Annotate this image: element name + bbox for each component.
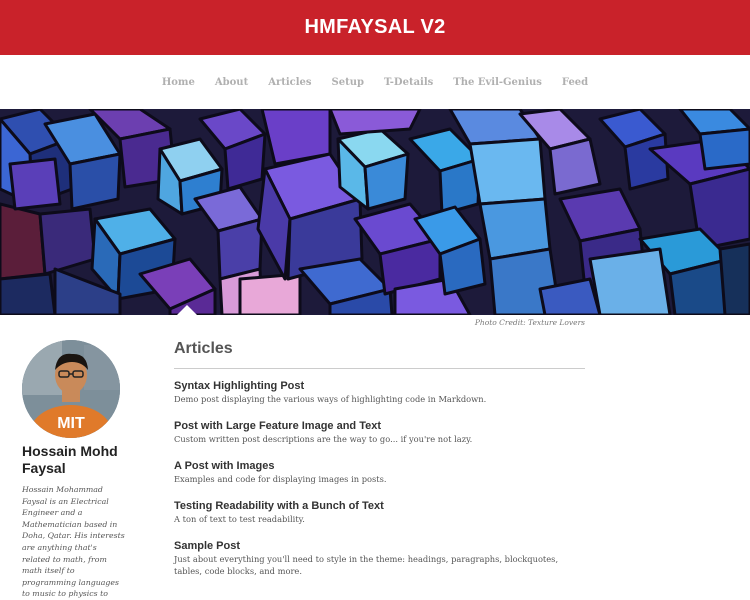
post-excerpt: Custom written post descriptions are the… (174, 434, 473, 444)
list-item: Post with Large Feature Image and Text C… (174, 419, 586, 445)
feature-image (0, 109, 750, 315)
avatar: MIT (22, 340, 120, 438)
post-title-link[interactable]: Post with Large Feature Image and Text (174, 419, 586, 433)
author-photo: MIT (22, 340, 120, 438)
post-excerpt: Demo post displaying the various ways of… (174, 394, 487, 404)
site-title-link[interactable]: HMFAYSAL V2 (304, 16, 445, 39)
hero-notch-marker (177, 305, 197, 315)
top-banner: HMFAYSAL V2 (0, 0, 750, 55)
nav-articles[interactable]: Articles (268, 77, 311, 88)
post-title-link[interactable]: A Post with Images (174, 459, 586, 473)
svg-text:MIT: MIT (57, 415, 85, 432)
author-bio: Hossain Mohammad Faysal is an Electrical… (22, 485, 125, 599)
list-item: A Post with Images Examples and code for… (174, 459, 586, 485)
photo-credit: Photo Credit: Texture Lovers (474, 318, 585, 327)
nav-setup[interactable]: Setup (332, 77, 364, 88)
list-item: Syntax Highlighting Post Demo post displ… (174, 379, 586, 405)
title-divider (174, 368, 585, 369)
list-item: Sample Post Just about everything you'll… (174, 539, 586, 577)
cubes-pattern-image (0, 109, 750, 315)
post-title-link[interactable]: Syntax Highlighting Post (174, 379, 586, 393)
page-title: Articles (174, 340, 233, 357)
nav-evil-genius[interactable]: The Evil-Genius (453, 77, 542, 88)
nav-t-details[interactable]: T-Details (384, 77, 433, 88)
post-title-link[interactable]: Testing Readability with a Bunch of Text (174, 499, 586, 513)
author-name: Hossain Mohd Faysal (22, 443, 118, 476)
post-excerpt: Examples and code for displaying images … (174, 474, 387, 484)
list-item: Testing Readability with a Bunch of Text… (174, 499, 586, 525)
post-list: Syntax Highlighting Post Demo post displ… (174, 379, 586, 591)
post-excerpt: Just about everything you'll need to sty… (174, 554, 559, 576)
nav-about[interactable]: About (215, 77, 248, 88)
post-excerpt: A ton of text to test readability. (174, 514, 305, 524)
main-navigation: Home About Articles Setup T-Details The … (0, 55, 750, 109)
nav-feed[interactable]: Feed (562, 77, 588, 88)
nav-home[interactable]: Home (162, 77, 195, 88)
post-title-link[interactable]: Sample Post (174, 539, 586, 553)
